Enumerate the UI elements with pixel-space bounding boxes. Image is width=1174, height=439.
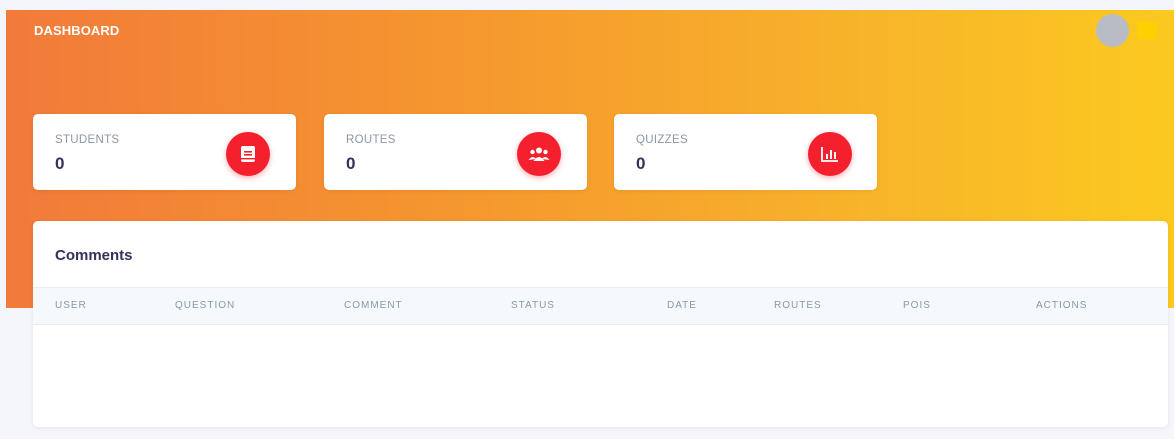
stat-label: ROUTES	[346, 134, 396, 146]
language-flag-icon[interactable]	[1137, 22, 1157, 39]
stat-value: 0	[346, 154, 356, 173]
stat-card-routes: ROUTES 0	[324, 114, 587, 190]
stat-label: STUDENTS	[55, 134, 120, 146]
comments-table-header: USER QUESTION COMMENT STATUS DATE ROUTES…	[33, 287, 1168, 325]
column-header-status[interactable]: STATUS	[511, 300, 555, 311]
stat-value: 0	[636, 154, 646, 173]
column-header-user[interactable]: USER	[55, 300, 87, 311]
stat-label: QUIZZES	[636, 134, 688, 146]
stat-card-students: STUDENTS 0	[33, 114, 296, 190]
column-header-comment[interactable]: COMMENT	[344, 300, 403, 311]
column-header-routes[interactable]: ROUTES	[774, 300, 822, 311]
chart-icon	[808, 132, 852, 176]
column-header-date[interactable]: DATE	[667, 300, 697, 311]
user-avatar[interactable]	[1096, 14, 1129, 47]
book-icon	[226, 132, 270, 176]
column-header-question[interactable]: QUESTION	[175, 300, 235, 311]
stat-value: 0	[55, 154, 65, 173]
comments-title: Comments	[55, 247, 133, 264]
stat-card-quizzes: QUIZZES 0	[614, 114, 877, 190]
column-header-pois[interactable]: POIS	[903, 300, 931, 311]
page-title: DASHBOARD	[34, 23, 120, 38]
users-icon	[517, 132, 561, 176]
comments-card: Comments USER QUESTION COMMENT STATUS DA…	[33, 221, 1168, 427]
column-header-actions[interactable]: ACTIONS	[1036, 300, 1087, 311]
